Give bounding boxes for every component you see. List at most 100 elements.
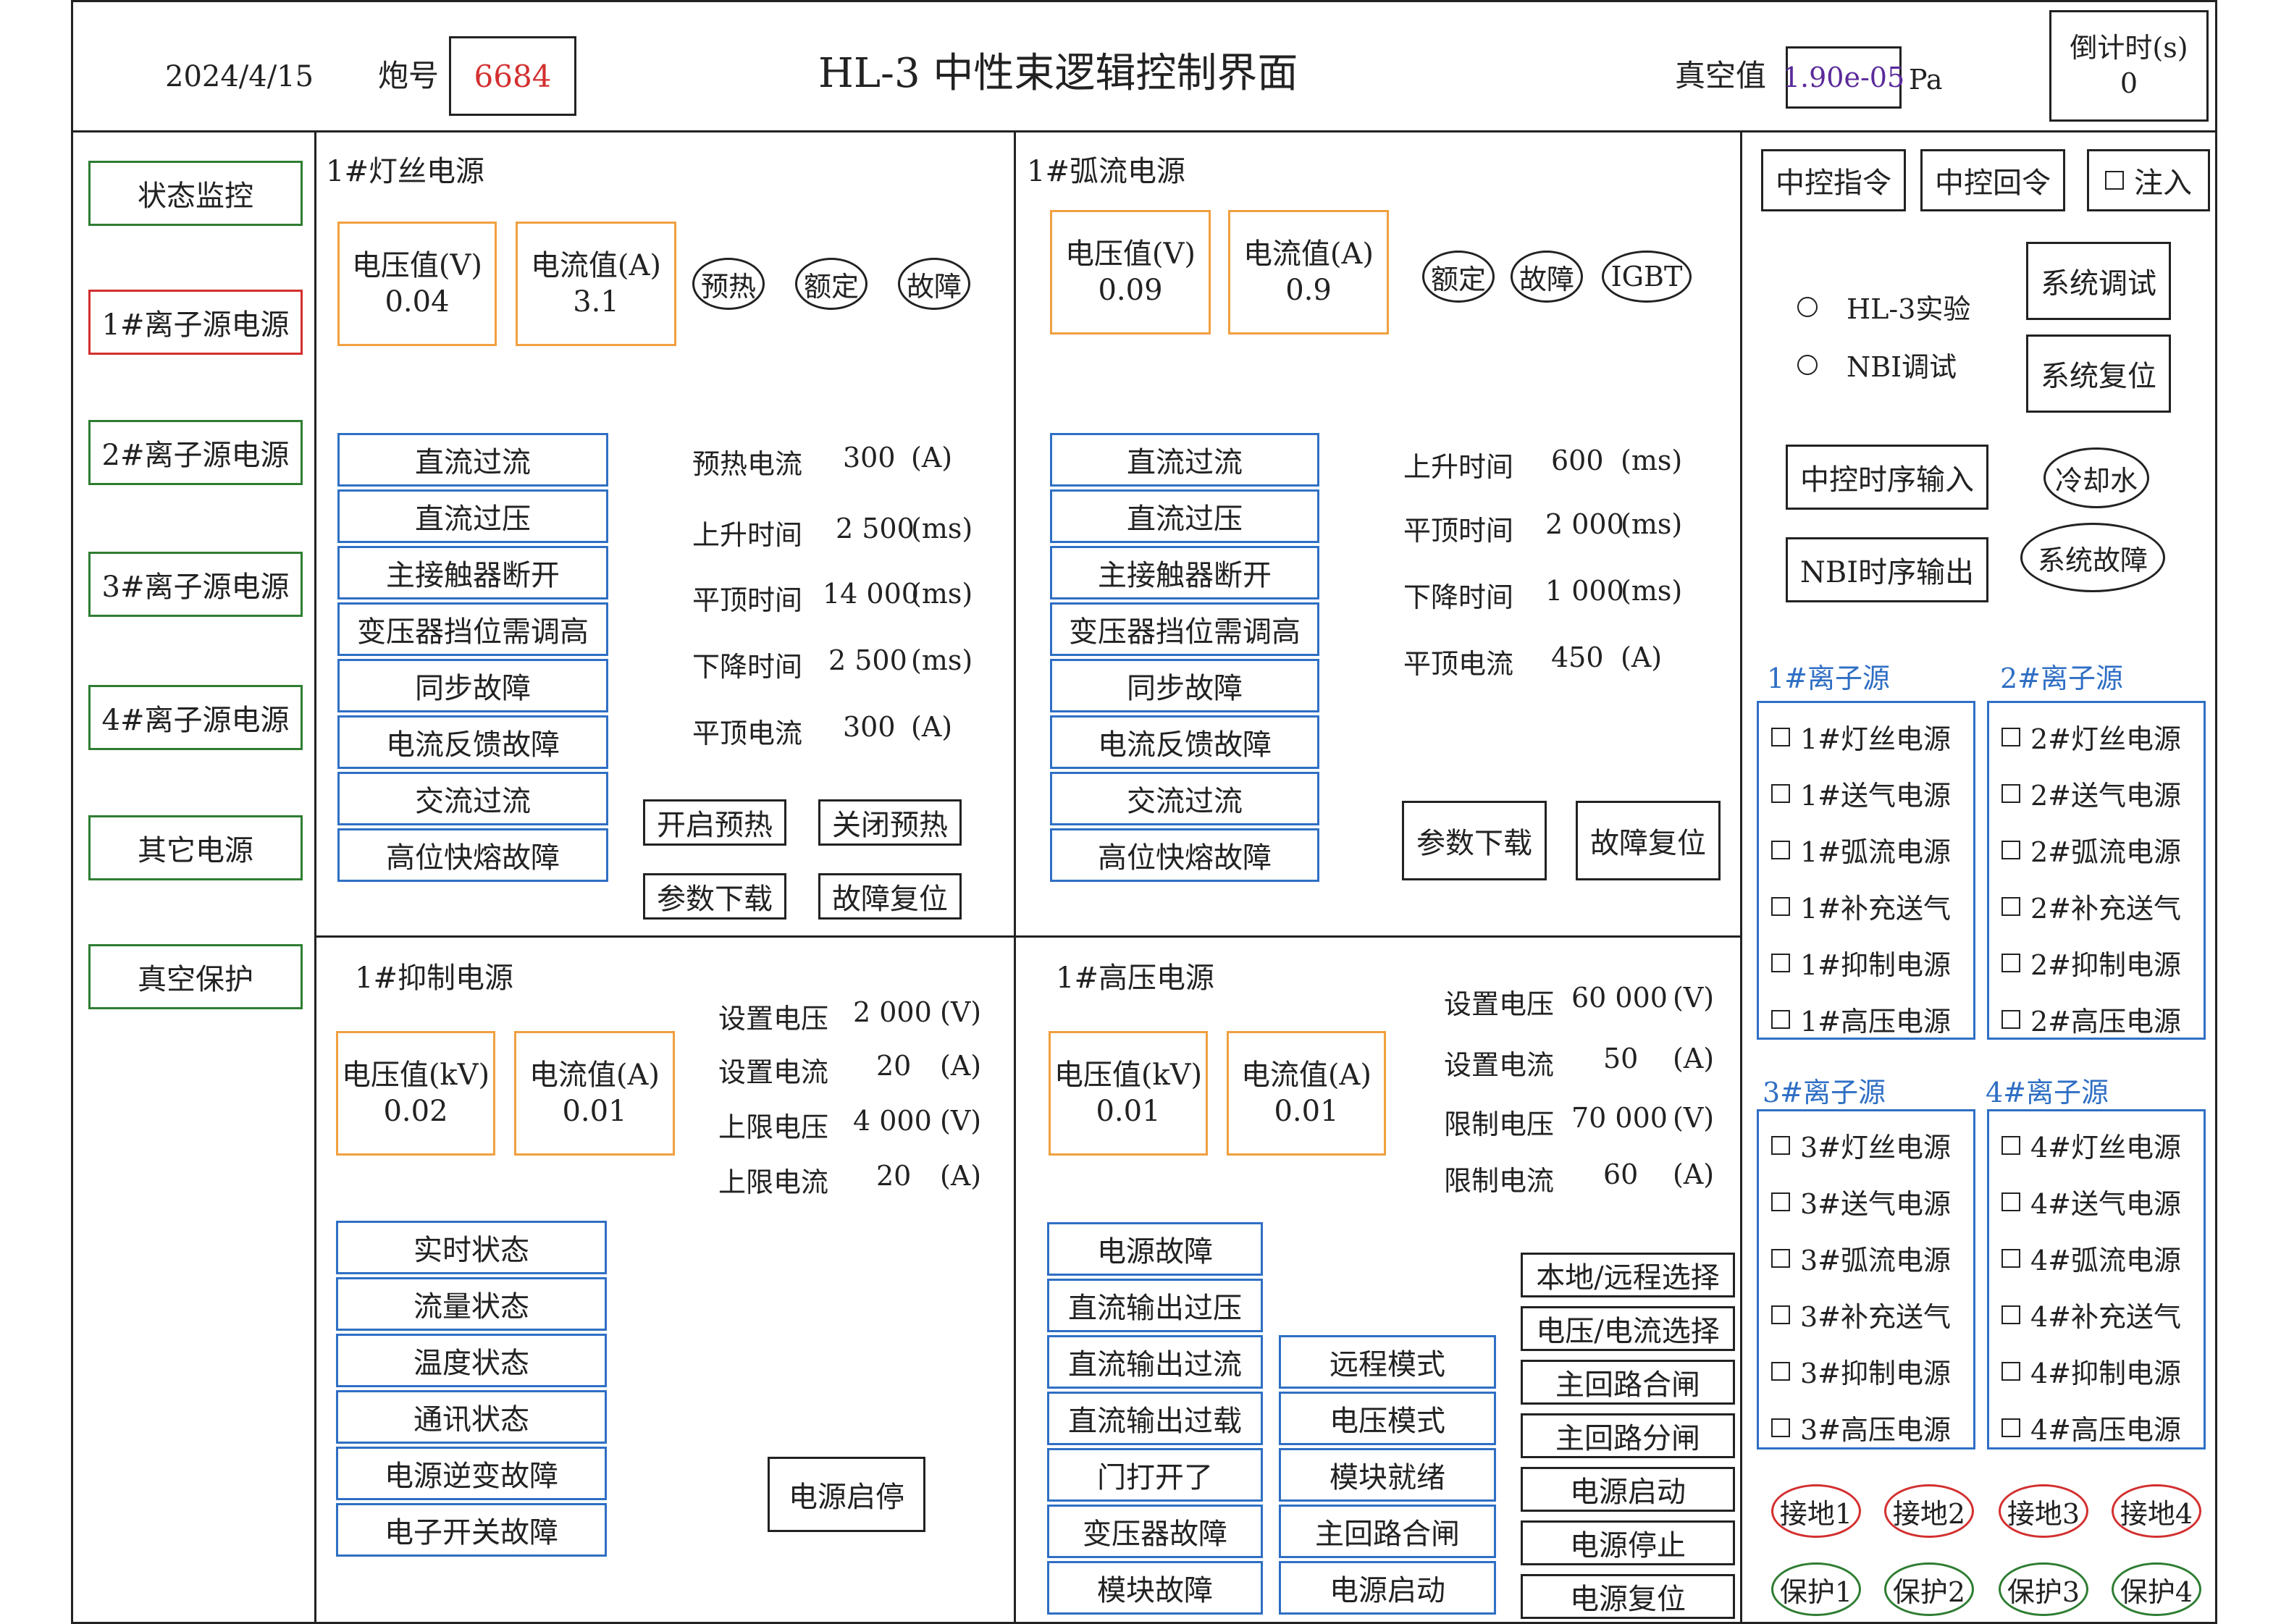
param-name: 平顶电流 <box>692 718 803 749</box>
checkbox-square[interactable] <box>1771 1418 1790 1437</box>
checkbox-square[interactable] <box>1771 783 1790 803</box>
hv-main-close-button[interactable]: 主回路合闸 <box>1521 1360 1735 1405</box>
checkbox-item[interactable]: 1#弧流电源 <box>1771 830 1951 870</box>
central-reply-button[interactable]: 中控回令 <box>1920 149 2065 211</box>
checkbox-item[interactable]: 2#灯丝电源 <box>2001 717 2181 757</box>
checkbox-square[interactable] <box>2001 1009 2020 1029</box>
filament-voltage-display: 电压值(V) 0.04 <box>337 222 497 346</box>
checkbox-square[interactable] <box>1771 896 1790 916</box>
checkbox-square[interactable] <box>1771 1305 1790 1324</box>
checkbox-item[interactable]: 3#补充送气 <box>1771 1295 1951 1334</box>
checkbox-square[interactable] <box>1771 1192 1790 1211</box>
nav-vacuum-protect[interactable]: 真空保护 <box>88 944 303 1009</box>
checkbox-label: 4#补充送气 <box>2030 1301 2182 1333</box>
hv-voltage-current-button[interactable]: 电压/电流选择 <box>1521 1306 1735 1351</box>
filament-preheat-off-button[interactable]: 关闭预热 <box>818 799 962 846</box>
nav-ion-source-1[interactable]: 1#离子源电源 <box>88 290 303 355</box>
param-name: 上限电压 <box>718 1111 829 1143</box>
system-debug-button[interactable]: 系统调试 <box>2026 242 2171 320</box>
suppress-title: 1#抑制电源 <box>355 962 513 995</box>
checkbox-item[interactable]: 1#送气电源 <box>1771 773 1951 813</box>
arc-fault-sync: 同步故障 <box>1050 659 1319 712</box>
arc-param-download-button[interactable]: 参数下载 <box>1402 801 1547 880</box>
suppress-status-comm: 通讯状态 <box>336 1390 607 1444</box>
checkbox-item[interactable]: 1#补充送气 <box>1771 886 1951 926</box>
checkbox-square[interactable] <box>2105 171 2124 190</box>
checkbox-square[interactable] <box>1771 953 1790 972</box>
param-value: 2 000 <box>1545 508 1624 540</box>
param-name: 设置电压 <box>1444 988 1555 1020</box>
suppress-power-toggle-button[interactable]: 电源启停 <box>768 1457 925 1532</box>
checkbox-item[interactable]: 2#送气电源 <box>2001 773 2181 813</box>
radio-nbi-debug[interactable]: NBI调试 <box>1797 345 1957 384</box>
nav-ion-source-2[interactable]: 2#离子源电源 <box>88 420 303 485</box>
nbi-sequence-output[interactable]: NBI时序输出 <box>1786 537 1988 602</box>
param-value: 20 <box>876 1050 912 1082</box>
filament-param-download-button[interactable]: 参数下载 <box>643 873 786 920</box>
nav-status-monitor[interactable]: 状态监控 <box>88 161 303 226</box>
arc-fault-reset-button[interactable]: 故障复位 <box>1576 801 1721 880</box>
radio-circle[interactable] <box>1797 354 1818 375</box>
checkbox-square[interactable] <box>2001 1418 2020 1437</box>
radio-circle[interactable] <box>1797 296 1818 317</box>
checkbox-item[interactable]: 1#抑制电源 <box>1771 943 1951 983</box>
nav-ion-source-4[interactable]: 4#离子源电源 <box>88 685 303 750</box>
checkbox-item[interactable]: 4#送气电源 <box>2001 1182 2181 1221</box>
checkbox-square[interactable] <box>1771 840 1790 859</box>
checkbox-square[interactable] <box>1771 727 1790 746</box>
hv-power-stop-button[interactable]: 电源停止 <box>1521 1520 1735 1565</box>
ground-indicator-2: 接地2 <box>1884 1484 1974 1538</box>
checkbox-item[interactable]: 4#补充送气 <box>2001 1295 2181 1334</box>
checkbox-item[interactable]: 3#灯丝电源 <box>1771 1125 1951 1165</box>
checkbox-square[interactable] <box>2001 1248 2020 1268</box>
hv-voltage-label: 电压值(kV) <box>1054 1059 1203 1092</box>
param-unit: (ms) <box>911 513 973 544</box>
checkbox-square[interactable] <box>1771 1361 1790 1381</box>
checkbox-item[interactable]: 3#弧流电源 <box>1771 1238 1951 1278</box>
checkbox-square[interactable] <box>2001 727 2020 746</box>
nav-other-power[interactable]: 其它电源 <box>88 815 303 880</box>
checkbox-label: 1#弧流电源 <box>1800 836 1952 868</box>
checkbox-item[interactable]: 2#高压电源 <box>2001 999 2181 1039</box>
central-command-button[interactable]: 中控指令 <box>1761 149 1906 211</box>
nav-ion-source-3[interactable]: 3#离子源电源 <box>88 552 303 617</box>
inject-checkbox[interactable]: 注入 <box>2087 149 2210 211</box>
checkbox-item[interactable]: 4#弧流电源 <box>2001 1238 2181 1278</box>
filament-fault-reset-button[interactable]: 故障复位 <box>818 873 962 920</box>
hv-current-display: 电流值(A) 0.01 <box>1227 1031 1386 1156</box>
central-sequence-input[interactable]: 中控时序输入 <box>1786 445 1988 510</box>
checkbox-square[interactable] <box>2001 783 2020 803</box>
checkbox-square[interactable] <box>2001 1305 2020 1324</box>
checkbox-item[interactable]: 4#高压电源 <box>2001 1408 2181 1447</box>
param-value: 14 000 <box>823 578 919 610</box>
checkbox-item[interactable]: 4#灯丝电源 <box>2001 1125 2181 1165</box>
checkbox-square[interactable] <box>2001 840 2020 859</box>
filament-preheat-on-button[interactable]: 开启预热 <box>643 799 786 846</box>
checkbox-item[interactable]: 4#抑制电源 <box>2001 1351 2181 1391</box>
checkbox-square[interactable] <box>2001 953 2020 972</box>
checkbox-square[interactable] <box>2001 1361 2020 1381</box>
checkbox-item[interactable]: 2#补充送气 <box>2001 886 2181 926</box>
radio-hl3-experiment[interactable]: HL-3实验 <box>1797 287 1970 327</box>
checkbox-item[interactable]: 2#抑制电源 <box>2001 943 2181 983</box>
checkbox-item[interactable]: 2#弧流电源 <box>2001 830 2181 870</box>
checkbox-square[interactable] <box>2001 1135 2020 1155</box>
hv-local-remote-button[interactable]: 本地/远程选择 <box>1521 1253 1735 1297</box>
inject-label: 注入 <box>2134 167 2192 200</box>
system-reset-button[interactable]: 系统复位 <box>2026 335 2171 413</box>
checkbox-square[interactable] <box>1771 1248 1790 1268</box>
hv-power-start-button[interactable]: 电源启动 <box>1521 1467 1735 1512</box>
checkbox-item[interactable]: 3#高压电源 <box>1771 1408 1951 1447</box>
checkbox-square[interactable] <box>1771 1135 1790 1155</box>
checkbox-square[interactable] <box>2001 896 2020 916</box>
checkbox-square[interactable] <box>1771 1009 1790 1029</box>
checkbox-item[interactable]: 3#抑制电源 <box>1771 1351 1951 1391</box>
checkbox-square[interactable] <box>2001 1192 2020 1211</box>
sidebar-divider <box>314 130 316 1624</box>
hv-main-open-button[interactable]: 主回路分闸 <box>1521 1413 1735 1458</box>
hv-power-reset-button[interactable]: 电源复位 <box>1521 1574 1735 1619</box>
checkbox-item[interactable]: 1#灯丝电源 <box>1771 717 1951 757</box>
checkbox-item[interactable]: 1#高压电源 <box>1771 999 1951 1039</box>
checkbox-label: 3#弧流电源 <box>1800 1245 1952 1276</box>
checkbox-item[interactable]: 3#送气电源 <box>1771 1182 1951 1221</box>
